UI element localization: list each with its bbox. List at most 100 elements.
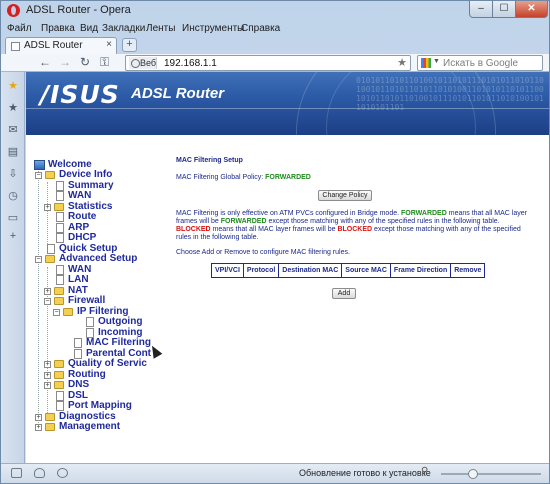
tab-bar: ADSL Router × + bbox=[1, 37, 549, 54]
zoom-slider[interactable] bbox=[441, 469, 541, 479]
expand-icon[interactable]: + bbox=[44, 288, 51, 295]
menu-bookmarks[interactable]: Закладки bbox=[102, 23, 145, 34]
collapse-icon[interactable]: − bbox=[35, 256, 42, 263]
close-button[interactable]: ✕ bbox=[515, 1, 548, 18]
cloud-icon[interactable] bbox=[34, 468, 45, 478]
forward-button[interactable]: → bbox=[59, 55, 71, 69]
favorites-icon[interactable]: ★ bbox=[7, 102, 19, 114]
change-policy-button[interactable]: Change Policy bbox=[318, 190, 372, 201]
mail-icon[interactable]: ✉ bbox=[7, 124, 19, 136]
expand-icon[interactable]: + bbox=[35, 414, 42, 421]
downloads-icon[interactable]: ⇩ bbox=[7, 168, 19, 180]
expand-icon[interactable]: + bbox=[44, 361, 51, 368]
history-icon[interactable]: ◷ bbox=[7, 190, 19, 202]
back-button[interactable]: ← bbox=[39, 55, 51, 69]
menu-edit[interactable]: Правка bbox=[41, 23, 75, 34]
collapse-icon[interactable]: − bbox=[44, 298, 51, 305]
page-icon bbox=[56, 401, 64, 411]
table-header-row: VPI/VCI Protocol Destination MAC Source … bbox=[211, 263, 486, 278]
col-remove: Remove bbox=[450, 263, 486, 278]
col-source-mac: Source MAC bbox=[341, 263, 391, 278]
folder-icon bbox=[45, 171, 55, 179]
folder-icon bbox=[45, 255, 55, 263]
bookmark-star-icon[interactable]: ★ bbox=[397, 56, 407, 69]
expand-icon[interactable]: + bbox=[44, 382, 51, 389]
search-placeholder[interactable]: Искать в Google bbox=[443, 58, 518, 69]
page-icon bbox=[56, 191, 64, 201]
binary-decoration: 0101011010110100101101011101010110101101… bbox=[356, 76, 544, 112]
page-icon bbox=[47, 244, 55, 254]
speed-dial-icon[interactable] bbox=[57, 468, 68, 478]
banner-line bbox=[26, 108, 549, 109]
panels-icon[interactable]: ▭ bbox=[7, 212, 19, 224]
page-icon bbox=[11, 42, 20, 51]
tab-adsl-router[interactable]: ADSL Router × bbox=[5, 37, 117, 54]
reload-button[interactable]: ↻ bbox=[80, 55, 90, 69]
page-icon bbox=[56, 265, 64, 275]
expand-icon[interactable]: + bbox=[35, 424, 42, 431]
expand-icon[interactable]: + bbox=[44, 204, 51, 211]
status-text: Обновление готово к установке bbox=[299, 468, 431, 478]
policy-label: MAC Filtering Global Policy: bbox=[176, 174, 264, 181]
menu-tools[interactable]: Инструменты bbox=[182, 23, 244, 34]
minimize-button[interactable]: – bbox=[469, 1, 493, 18]
tab-close-icon[interactable]: × bbox=[106, 39, 112, 50]
collapse-icon[interactable]: − bbox=[35, 172, 42, 179]
folder-icon bbox=[54, 360, 64, 368]
folder-icon bbox=[54, 287, 64, 295]
google-icon[interactable] bbox=[421, 58, 431, 68]
col-frame-direction: Frame Direction bbox=[389, 263, 452, 278]
page-icon bbox=[74, 338, 82, 348]
collapse-icon[interactable]: − bbox=[53, 309, 60, 316]
tab-label: ADSL Router bbox=[24, 40, 83, 51]
page-icon bbox=[56, 223, 64, 233]
menu-feeds[interactable]: Ленты bbox=[146, 23, 175, 34]
panel-toggle-icon[interactable] bbox=[11, 468, 22, 478]
page-icon bbox=[56, 233, 64, 243]
web-badge[interactable]: Веб bbox=[129, 57, 157, 69]
computer-icon bbox=[34, 160, 45, 170]
address-bar[interactable]: Веб 192.168.1.1 ★ bbox=[125, 55, 411, 71]
add-panel-icon[interactable]: + bbox=[7, 230, 19, 242]
page-icon bbox=[56, 275, 64, 285]
folder-icon bbox=[54, 381, 64, 389]
zoom-slider-knob[interactable] bbox=[468, 469, 478, 479]
folder-icon bbox=[54, 371, 64, 379]
url-text[interactable]: 192.168.1.1 bbox=[164, 58, 217, 69]
bookmarks-star-icon[interactable]: ★ bbox=[7, 80, 19, 92]
side-panel: ★ ★ ✉ ▤ ⇩ ◷ ▭ + bbox=[1, 72, 25, 463]
browser-window: ADSL Router - Opera – ☐ ✕ Файл Правка Ви… bbox=[0, 0, 550, 484]
status-bar: Обновление готово к установке ⚲ bbox=[1, 463, 549, 483]
col-protocol: Protocol bbox=[242, 263, 280, 278]
menu-bar: Файл Правка Вид Закладки Ленты Инструмен… bbox=[1, 21, 549, 37]
product-name: ADSL Router bbox=[131, 85, 225, 102]
notes-icon[interactable]: ▤ bbox=[7, 146, 19, 158]
expand-icon[interactable]: + bbox=[44, 372, 51, 379]
folder-icon bbox=[45, 423, 55, 431]
menu-help[interactable]: Справка bbox=[241, 23, 280, 34]
description-text: MAC Filtering is only effective on ATM P… bbox=[176, 210, 527, 241]
col-vpi-vci: VPI/VCI bbox=[211, 263, 244, 278]
page-icon bbox=[56, 391, 64, 401]
add-button[interactable]: Add bbox=[332, 288, 356, 299]
asus-banner: 0101011010110100101101011101010110101101… bbox=[26, 72, 549, 135]
page-title: MAC Filtering Setup bbox=[176, 157, 243, 164]
search-box[interactable]: ▼ Искать в Google bbox=[417, 55, 543, 71]
zoom-icon[interactable]: ⚲ bbox=[421, 466, 437, 480]
menu-file[interactable]: Файл bbox=[7, 23, 32, 34]
folder-icon bbox=[54, 203, 64, 211]
key-icon[interactable]: ⚿ bbox=[100, 55, 109, 70]
global-policy: MAC Filtering Global Policy: FORWARDED bbox=[176, 174, 311, 181]
title-bar: ADSL Router - Opera – ☐ ✕ bbox=[1, 1, 549, 21]
opera-logo-icon[interactable] bbox=[7, 4, 20, 17]
maximize-button[interactable]: ☐ bbox=[492, 1, 516, 18]
mac-filter-table: VPI/VCI Protocol Destination MAC Source … bbox=[211, 263, 486, 278]
new-tab-button[interactable]: + bbox=[122, 38, 137, 52]
page-icon bbox=[86, 317, 94, 327]
page-icon bbox=[56, 212, 64, 222]
chevron-down-icon[interactable]: ▼ bbox=[433, 58, 440, 65]
folder-icon bbox=[54, 297, 64, 305]
menu-view[interactable]: Вид bbox=[80, 23, 98, 34]
folder-icon bbox=[63, 308, 73, 316]
asus-logo: /ISUS bbox=[40, 80, 120, 109]
